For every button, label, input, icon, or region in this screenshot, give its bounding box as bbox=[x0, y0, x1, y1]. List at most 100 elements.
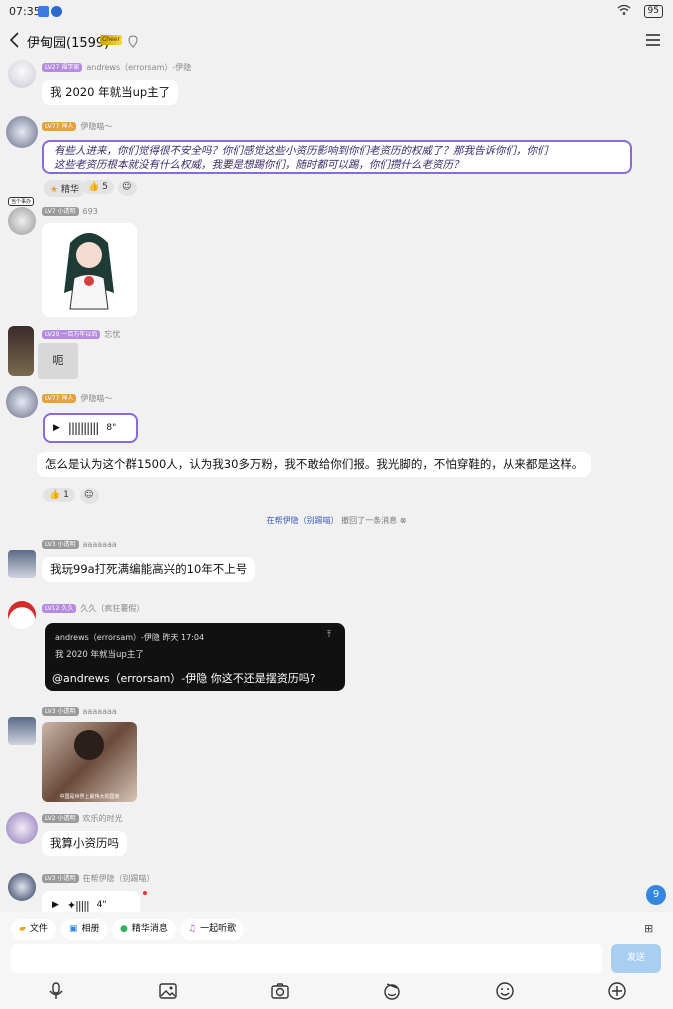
sender-meta: LV27 福学家 andrews（errorsam）-伊隐 bbox=[42, 62, 191, 73]
message-bubble[interactable]: 我 2020 年就当up主了 bbox=[42, 80, 179, 105]
avatar[interactable] bbox=[6, 116, 38, 148]
sticker-icon[interactable] bbox=[382, 981, 402, 1001]
reply-text: @andrews（errorsam）-伊隐 你这不还是摆资历吗? bbox=[52, 672, 316, 685]
emoji-icon[interactable] bbox=[495, 981, 515, 1001]
photo-message[interactable]: 中国是世界上最伟大的国家 bbox=[42, 722, 137, 802]
sender-meta: LV3 小透明 aaaaaaa bbox=[42, 707, 117, 716]
level-badge: LV29 一百万年以后 bbox=[42, 330, 101, 339]
sender-name[interactable]: 在帮伊隐（别踢喵） bbox=[83, 874, 155, 883]
avatar[interactable] bbox=[8, 717, 36, 745]
sender-name[interactable]: 693 bbox=[83, 207, 98, 216]
music-icon: ♫ bbox=[188, 924, 197, 934]
avatar[interactable] bbox=[8, 601, 36, 629]
voice-message[interactable]: ▶ |||||||||| 8" bbox=[43, 413, 138, 443]
chat-message: LV29 一百万年以后 忘忧 呃 bbox=[0, 326, 673, 381]
sender-name[interactable]: aaaaaaa bbox=[83, 707, 117, 716]
chat-message: LV12 久久 久久（疯狂薯假） andrews（errorsam）-伊隐 昨天 … bbox=[0, 601, 673, 701]
sender-meta: LV3 小透明 aaaaaaa bbox=[42, 540, 117, 549]
chat-message: LV3 小透明 在帮伊隐（别踢喵） ▶ ✦||||| 4" bbox=[0, 871, 673, 912]
folder-icon: ▰ bbox=[19, 924, 26, 934]
chat-message: LV77 神人 伊隐喵～ 有些人进来，你们觉得很不安全吗？你们感觉这些小资历影响到… bbox=[0, 116, 673, 201]
essence-reaction[interactable]: ★ 精华 bbox=[44, 180, 85, 197]
sticker-image[interactable]: 呃 bbox=[38, 343, 78, 379]
avatar[interactable] bbox=[6, 812, 38, 844]
play-icon[interactable]: ▶ bbox=[53, 421, 60, 436]
sender-name[interactable]: 欢乐的时光 bbox=[83, 814, 123, 823]
sender-name[interactable]: 伊隐喵～ bbox=[80, 394, 112, 403]
avatar[interactable] bbox=[8, 326, 34, 376]
notice-user[interactable]: 在帮伊隐（别踢喵） bbox=[267, 516, 339, 525]
chat-message: 当个事办 LV7 小透明 693 bbox=[0, 197, 673, 322]
close-icon[interactable]: ⊗ bbox=[400, 516, 407, 525]
message-bubble[interactable]: 我算小资历吗 bbox=[42, 831, 127, 856]
sender-name[interactable]: 伊隐喵～ bbox=[80, 122, 112, 131]
shortcut-album[interactable]: ▣ 相册 bbox=[61, 919, 108, 940]
add-icon[interactable] bbox=[607, 981, 627, 1001]
shortcut-label: 文件 bbox=[29, 924, 48, 934]
shortcut-file[interactable]: ▰ 文件 bbox=[11, 919, 56, 940]
jump-to-top-icon[interactable]: ⤒ bbox=[327, 630, 331, 640]
level-badge: LV3 小透明 bbox=[42, 707, 79, 716]
level-badge: LV2 小透明 bbox=[42, 814, 79, 823]
avatar[interactable] bbox=[8, 550, 36, 578]
avatar[interactable] bbox=[8, 60, 36, 88]
unread-count-badge[interactable]: 9 bbox=[646, 885, 666, 905]
chat-message-list[interactable]: LV27 福学家 andrews（errorsam）-伊隐 我 2020 年就当u… bbox=[0, 56, 673, 912]
sender-meta: LV7 小透明 693 bbox=[42, 207, 98, 216]
shortcut-label: 一起听歌 bbox=[200, 924, 237, 934]
sticker-image[interactable] bbox=[42, 223, 137, 317]
avatar[interactable] bbox=[6, 386, 38, 418]
message-bubble[interactable]: 我玩99a打死满编能高兴的10年不上号 bbox=[42, 557, 256, 582]
voice-message[interactable]: ▶ ✦||||| 4" bbox=[42, 891, 140, 912]
location-pin-icon bbox=[128, 35, 138, 48]
like-count: 5 bbox=[102, 182, 108, 192]
essence-label: 精华 bbox=[60, 185, 79, 195]
like-count: 1 bbox=[63, 490, 69, 500]
add-reaction-icon[interactable]: ☺ bbox=[80, 488, 99, 504]
message-bubble[interactable]: 怎么是认为这个群1500人，认为我30多万粉，我不敢给你们报。我光脚的，不怕穿鞋… bbox=[37, 452, 592, 477]
message-bubble[interactable]: 有些人进来，你们觉得很不安全吗？你们感觉这些小资历影响到你们老资历的权威了？那我… bbox=[42, 140, 632, 174]
message-text-line: 有些人进来，你们觉得很不安全吗？你们感觉这些小资历影响到你们老资历的权威了？那我… bbox=[54, 145, 548, 157]
message-input[interactable] bbox=[11, 944, 602, 973]
like-reaction[interactable]: 👍 1 bbox=[43, 488, 75, 502]
chat-message: LV3 小透明 aaaaaaa 中国是世界上最伟大的国家 bbox=[0, 705, 673, 805]
shortcut-essence[interactable]: ● 精华消息 bbox=[112, 919, 176, 940]
reply-bubble[interactable]: andrews（errorsam）-伊隐 昨天 17:04 ⤒ 我 2020 年… bbox=[45, 623, 345, 691]
chat-message: LV3 小透明 aaaaaaa 我玩99a打死满编能高兴的10年不上号 bbox=[0, 540, 673, 590]
like-reaction[interactable]: 👍 5 bbox=[82, 180, 114, 194]
add-reaction-icon[interactable]: ☺ bbox=[118, 180, 137, 196]
group-title[interactable]: 伊甸园(1599) bbox=[27, 32, 109, 51]
microphone-icon[interactable] bbox=[46, 981, 66, 1001]
shortcut-listen-together[interactable]: ♫ 一起听歌 bbox=[180, 919, 245, 940]
sender-name[interactable]: 忘忧 bbox=[104, 330, 120, 339]
sender-name[interactable]: 久久（疯狂薯假） bbox=[80, 604, 144, 613]
level-badge: LV12 久久 bbox=[42, 604, 77, 613]
level-badge: LV27 福学家 bbox=[42, 63, 83, 72]
camera-icon[interactable] bbox=[270, 981, 290, 1001]
voice-duration: 8" bbox=[106, 422, 117, 433]
unplayed-dot bbox=[143, 891, 147, 895]
level-badge: LV77 神人 bbox=[42, 122, 77, 131]
shortcut-label: 相册 bbox=[81, 924, 100, 934]
star-icon: ★ bbox=[50, 185, 59, 195]
back-arrow-icon[interactable] bbox=[8, 30, 22, 50]
sender-meta: LV77 神人 伊隐喵～ bbox=[42, 121, 112, 132]
avatar[interactable] bbox=[8, 207, 36, 235]
avatar-tag: 当个事办 bbox=[8, 197, 35, 206]
quote-header: andrews（errorsam）-伊隐 昨天 17:04 bbox=[55, 633, 205, 642]
sender-meta: LV77 神人 伊隐喵～ bbox=[42, 393, 112, 404]
grid-icon[interactable]: ⊞ bbox=[644, 922, 653, 935]
thumbs-up-icon: 👍 bbox=[49, 490, 61, 500]
chat-header: 伊甸园(1599) Cheer bbox=[0, 26, 673, 56]
sender-name[interactable]: aaaaaaa bbox=[83, 540, 117, 549]
avatar[interactable] bbox=[8, 873, 36, 901]
image-icon[interactable] bbox=[158, 981, 178, 1001]
sender-name[interactable]: andrews（errorsam）-伊隐 bbox=[86, 63, 191, 72]
send-button[interactable]: 发送 bbox=[611, 944, 661, 973]
menu-icon[interactable] bbox=[645, 32, 661, 48]
quote-text: 我 2020 年就当up主了 bbox=[55, 650, 144, 660]
waveform-icon: |||||||||| bbox=[67, 420, 99, 435]
sender-meta: LV12 久久 久久（疯狂薯假） bbox=[42, 603, 144, 614]
play-icon[interactable]: ▶ bbox=[52, 898, 59, 913]
recall-notice: 在帮伊隐（别踢喵） 撤回了一条消息 ⊗ bbox=[0, 515, 673, 526]
